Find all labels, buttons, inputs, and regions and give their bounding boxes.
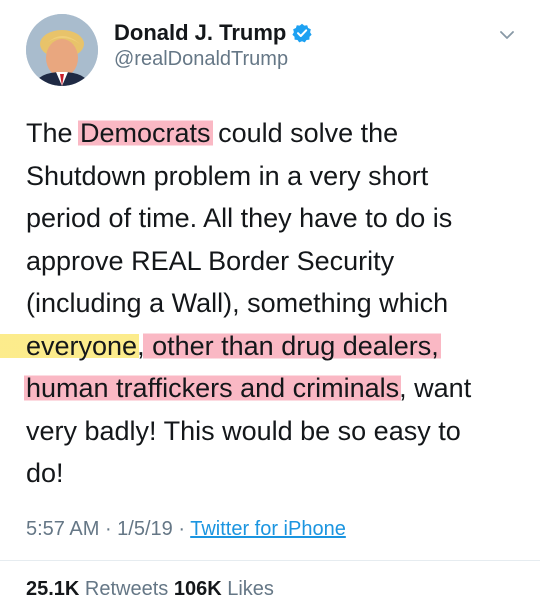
- engagement-stats: 25.1K Retweets 106K Likes: [26, 578, 274, 601]
- tweet-text: The Democrats could solve the Shutdown p…: [0, 112, 516, 495]
- timestamp-date[interactable]: 1/5/19: [117, 518, 173, 540]
- handle[interactable]: @realDonaldTrump: [114, 48, 288, 71]
- tweet-line: The Democrats could solve the: [26, 118, 399, 148]
- highlight-democrats: Democrats: [78, 118, 213, 148]
- source-link[interactable]: Twitter for iPhone: [190, 518, 346, 540]
- avatar-image: [26, 14, 98, 86]
- tweet-line: human traffickers and criminals, want: [24, 373, 472, 403]
- tweet-line: very badly! This would be so easy to: [26, 415, 461, 446]
- retweets-label: Retweets: [79, 578, 174, 600]
- likes-label: Likes: [221, 578, 274, 600]
- display-name[interactable]: Donald J. Trump: [114, 20, 286, 46]
- timestamp-time[interactable]: 5:57 AM: [26, 518, 99, 540]
- highlight-other-than-drug-dealers: other than drug dealers,: [142, 330, 441, 361]
- chevron-down-icon[interactable]: [498, 26, 516, 44]
- highlight-human-traffickers: human traffickers and criminals: [24, 373, 402, 403]
- tweet-line: everyone, other than drug dealers,: [0, 325, 516, 368]
- meta-separator: ·: [172, 518, 191, 540]
- retweets-stat[interactable]: 25.1K Retweets: [26, 578, 174, 600]
- likes-stat[interactable]: 106K Likes: [174, 578, 274, 600]
- tweet-meta: 5:57 AM · 1/5/19 · Twitter for iPhone: [26, 518, 346, 541]
- tweet-card: Donald J. Trump @realDonaldTrump The Dem…: [0, 0, 540, 615]
- verified-icon: [292, 23, 312, 43]
- likes-count: 106K: [173, 578, 222, 600]
- tweet-line: Shutdown problem in a very short: [26, 160, 429, 191]
- author-name-row[interactable]: Donald J. Trump: [114, 20, 312, 46]
- retweets-count: 25.1K: [26, 578, 80, 600]
- meta-separator: ·: [99, 518, 118, 540]
- tweet-line: approve REAL Border Security: [26, 245, 395, 276]
- avatar[interactable]: [26, 14, 98, 86]
- tweet-line: (including a Wall), something which: [26, 288, 449, 318]
- tweet-line: period of time. All they have to do is: [26, 203, 453, 233]
- tweet-line: do!: [26, 458, 64, 488]
- highlight-everyone: everyone: [0, 330, 140, 361]
- divider: [0, 560, 540, 561]
